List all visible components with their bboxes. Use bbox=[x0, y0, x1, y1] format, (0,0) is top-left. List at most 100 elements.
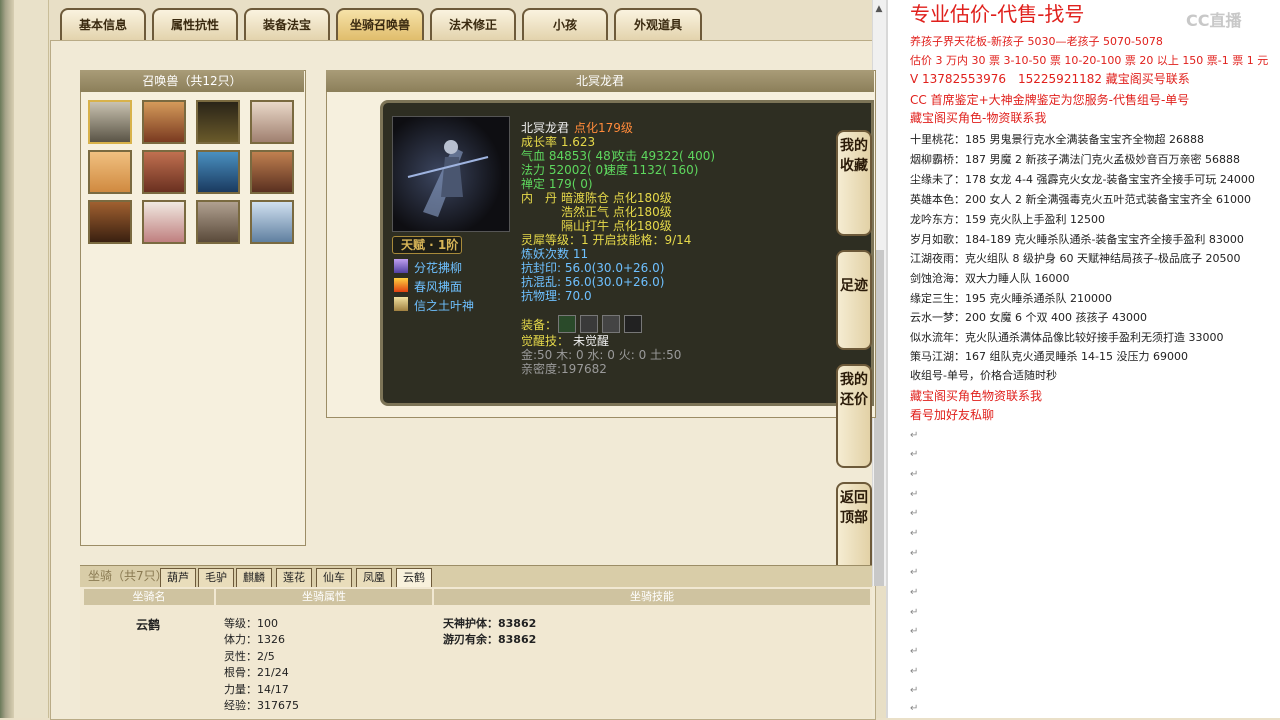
pet-avatar-5[interactable] bbox=[88, 150, 132, 194]
doc-title: 专业估价-代售-找号 bbox=[910, 2, 1085, 26]
tab-child[interactable]: 小孩 bbox=[522, 8, 608, 40]
skill-icon-3[interactable] bbox=[394, 297, 408, 311]
mount-tab-3[interactable]: 麒麟 bbox=[236, 568, 272, 588]
mount-tab-5[interactable]: 仙车 bbox=[316, 568, 352, 588]
mount-tab-1[interactable]: 葫芦 bbox=[160, 568, 196, 588]
window-edge bbox=[0, 0, 14, 718]
my-favorites-button[interactable]: 我的收藏 bbox=[836, 130, 872, 236]
doc-red-line-1: 养孩子界天花板-新孩子 5030—老孩子 5070-5078 bbox=[910, 35, 1163, 48]
pet-avatar-8[interactable] bbox=[250, 150, 294, 194]
neidan-3: 隔山打牛 点化180级 bbox=[561, 219, 672, 233]
mount-header: 坐骑（共7只） bbox=[88, 569, 168, 583]
pet-avatar-10[interactable] bbox=[142, 200, 186, 244]
pet-avatar-11[interactable] bbox=[196, 200, 240, 244]
doc-red-line-2: 估价 3 万内 30 票 3-10-50 票 10-20-100 票 20 以上… bbox=[910, 54, 1269, 67]
awaken-value: 未觉醒 bbox=[573, 334, 610, 348]
tab-basic-info[interactable]: 基本信息 bbox=[60, 8, 146, 40]
mount-skill-1: 天神护体：83862 bbox=[443, 617, 537, 630]
intimacy: 亲密度:197682 bbox=[521, 362, 607, 376]
pet-avatar-12[interactable] bbox=[250, 200, 294, 244]
stat-zen: 禅定 179( 0) bbox=[521, 177, 593, 191]
mount-tab-2[interactable]: 毛驴 bbox=[198, 568, 234, 588]
skill-icon-2[interactable] bbox=[394, 278, 408, 292]
neidan-1: 暗渡陈仓 点化180级 bbox=[561, 191, 672, 205]
neidan-label: 内 丹 bbox=[521, 191, 558, 205]
tab-mounts-summons[interactable]: 坐骑召唤兽 bbox=[336, 8, 424, 40]
resist-confuse: 抗混乱: 56.0(30.0+26.0) bbox=[521, 275, 665, 289]
listing-11: 似水流年：克火队通杀满体品像比较好接手盈利无须打造 33000 bbox=[910, 331, 1224, 344]
listing-7: 江湖夜雨：克火组队 8 级护身 60 天赋神结局孩子-极品底子 20500 bbox=[910, 252, 1241, 265]
watermark-logo: CC直播 bbox=[1186, 11, 1242, 30]
stat-speed: 速度 1132( 160) bbox=[604, 163, 699, 177]
col-mount-attr: 坐骑属性 bbox=[216, 589, 432, 605]
tab-equipment[interactable]: 装备法宝 bbox=[244, 8, 330, 40]
summon-portrait bbox=[392, 116, 510, 232]
window-margin bbox=[14, 0, 49, 718]
pet-avatar-3[interactable] bbox=[196, 100, 240, 144]
doc-red-line-5: 藏宝阁买角色-物资联系我 bbox=[910, 111, 1047, 125]
listing-4: 英雄本色：200 女人 2 新全满强毒克火五叶范式装备宝宝齐全 61000 bbox=[910, 193, 1251, 206]
mount-tab-7[interactable]: 云鹤 bbox=[396, 568, 432, 588]
col-mount-name: 坐骑名 bbox=[84, 589, 214, 605]
pet-avatar-7[interactable] bbox=[196, 150, 240, 194]
equip-slot-3[interactable] bbox=[602, 315, 620, 333]
equip-slot-2[interactable] bbox=[580, 315, 598, 333]
neidan-2: 浩然正气 点化180级 bbox=[561, 205, 672, 219]
listing-1: 十里桃花：185 男鬼景行克水全满装备宝宝齐全物超 26888 bbox=[910, 133, 1204, 146]
scroll-up-arrow-icon[interactable]: ▲ bbox=[872, 0, 886, 18]
mount-attr-5: 力量：14/17 bbox=[224, 683, 289, 696]
listing-12: 策马江湖：167 组队克火通灵睡杀 14-15 没压力 69000 bbox=[910, 350, 1188, 363]
skill-name-3: 信之土叶神 bbox=[414, 299, 475, 313]
summon-level-badge: 点化179级 bbox=[574, 121, 633, 135]
pet-avatar-9[interactable] bbox=[88, 200, 132, 244]
mount-tab-6[interactable]: 凤凰 bbox=[356, 568, 392, 588]
resist-seal: 抗封印: 56.0(30.0+26.0) bbox=[521, 261, 665, 275]
tab-appearance[interactable]: 外观道具 bbox=[614, 8, 702, 40]
summon-detail-header: 北冥龙君 bbox=[326, 70, 874, 92]
equip-slot-4[interactable] bbox=[624, 315, 642, 333]
listing-3: 尘缘未了：178 女龙 4-4 强霹克火女龙-装备宝宝齐全接手可玩 24000 bbox=[910, 173, 1255, 186]
pet-avatar-4[interactable] bbox=[250, 100, 294, 144]
pet-avatar-2[interactable] bbox=[142, 100, 186, 144]
skill-icon-1[interactable] bbox=[394, 259, 408, 273]
refine-count: 炼妖次数 11 bbox=[521, 247, 589, 261]
equip-label: 装备： bbox=[521, 318, 558, 332]
resist-physical: 抗物理: 70.0 bbox=[521, 289, 592, 303]
talent-badge: 天赋 · 1阶 bbox=[392, 236, 462, 254]
skill-name-2: 春风拂面 bbox=[414, 280, 463, 294]
summon-name: 北冥龙君 bbox=[521, 121, 570, 135]
stat-attack: 攻击 49322( 400) bbox=[613, 149, 716, 163]
mount-skill-2: 游刃有余：83862 bbox=[443, 633, 537, 646]
mount-attr-1: 等级：100 bbox=[224, 617, 278, 630]
footprint-button[interactable]: 足迹 bbox=[836, 250, 872, 350]
pet-avatar-6[interactable] bbox=[142, 150, 186, 194]
listing-5: 龙吟东方：159 克火队上手盈利 12500 bbox=[910, 213, 1105, 226]
skill-name-1: 分花拂柳 bbox=[414, 261, 463, 275]
rune-level: 灵犀等级：1 开启技能格：9/14 bbox=[521, 233, 692, 247]
mount-attr-4: 根骨：21/24 bbox=[224, 666, 289, 679]
stat-hp: 气血 84853( 48) bbox=[521, 149, 616, 163]
equip-slot-1[interactable] bbox=[558, 315, 576, 333]
my-counteroffer-button[interactable]: 我的还价 bbox=[836, 364, 872, 468]
mount-tab-4[interactable]: 莲花 bbox=[276, 568, 312, 588]
listing-10: 云水一梦：200 女魔 6 个双 400 孩孩子 43000 bbox=[910, 311, 1147, 324]
mount-attr-3: 灵性：2/5 bbox=[224, 650, 275, 663]
listing-8: 剑蚀沧海：双大力睡人队 16000 bbox=[910, 272, 1070, 285]
growth-rate: 成长率 1.623 bbox=[521, 135, 596, 149]
tab-spell-mod[interactable]: 法术修正 bbox=[430, 8, 516, 40]
doc-footer-2: 看号加好友私聊 bbox=[910, 408, 995, 422]
elements: 金:50 木: 0 水: 0 火: 0 土:50 bbox=[521, 348, 682, 362]
mount-attr-6: 经验：317675 bbox=[224, 699, 299, 712]
doc-red-line-4: CC 首席鉴定+大神金牌鉴定为您服务-代售组号-单号 bbox=[910, 93, 1190, 107]
tab-attributes[interactable]: 属性抗性 bbox=[152, 8, 238, 40]
col-mount-skill: 坐骑技能 bbox=[434, 589, 870, 605]
listing-2: 烟柳霸桥：187 男魔 2 新孩子满法门克火孟极妙音百万亲密 56888 bbox=[910, 153, 1240, 166]
mount-table bbox=[80, 587, 872, 718]
listing-6: 岁月如歌：184-189 克火睡杀队通杀-装备宝宝齐全接手盈利 83000 bbox=[910, 233, 1244, 246]
stat-mp: 法力 52002( 0) bbox=[521, 163, 608, 177]
pet-avatar-1[interactable] bbox=[88, 100, 132, 144]
listing-13: 收组号-单号，价格合适随时秒 bbox=[910, 369, 1057, 382]
summon-list-header: 召唤兽（共12只） bbox=[80, 70, 304, 92]
mount-name: 云鹤 bbox=[136, 618, 161, 632]
awaken-label: 觉醒技： bbox=[521, 334, 570, 348]
